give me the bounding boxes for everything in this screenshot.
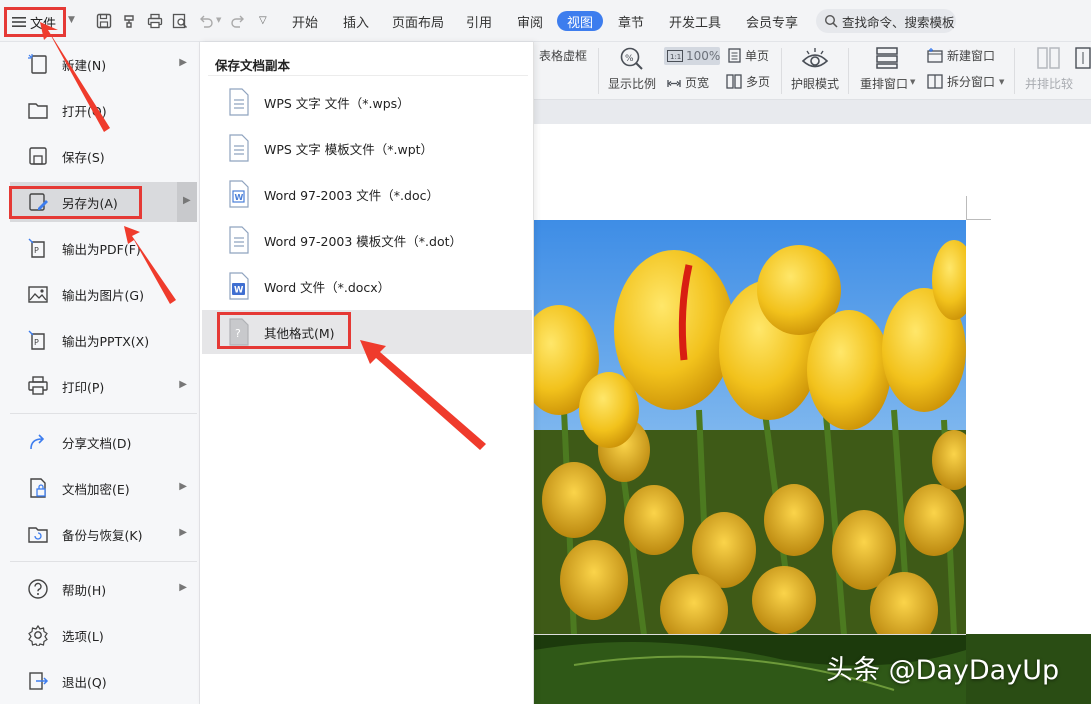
arrow-to-other-formats — [360, 340, 486, 450]
watermark-text: 头条 @DayDayUp — [826, 655, 1060, 686]
arrow-to-file-menu — [40, 22, 110, 132]
annotation-arrows — [40, 22, 486, 450]
arrow-to-save-as — [124, 226, 176, 304]
